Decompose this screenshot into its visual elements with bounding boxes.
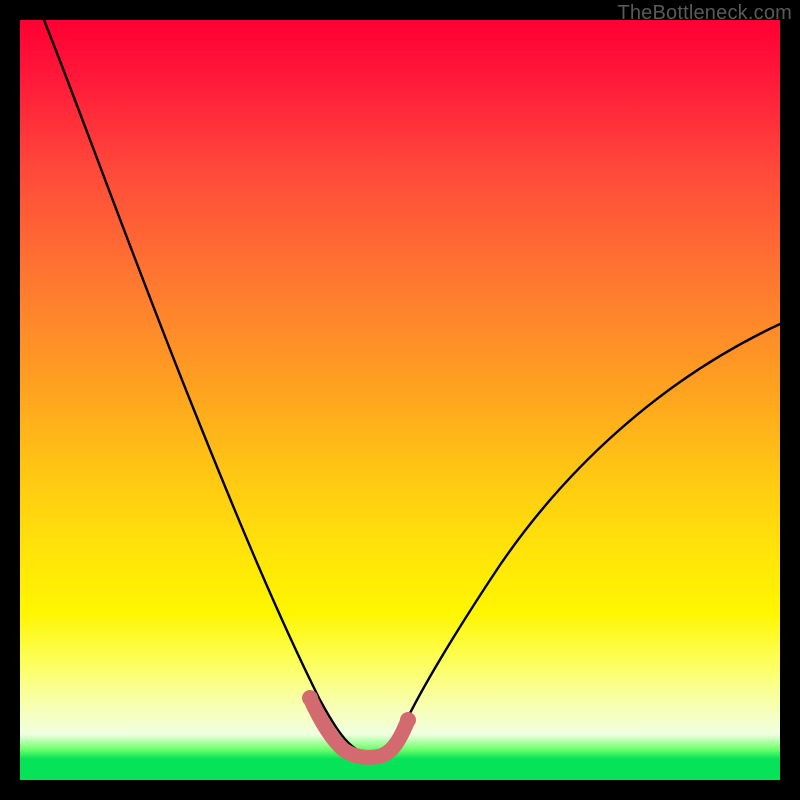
optimal-band-dot-right (400, 712, 416, 728)
optimal-band-dot-left (302, 690, 318, 706)
bottleneck-curve (44, 20, 780, 754)
chart-frame: TheBottleneck.com (0, 0, 800, 800)
curve-layer (20, 20, 780, 780)
plot-area (20, 20, 780, 780)
